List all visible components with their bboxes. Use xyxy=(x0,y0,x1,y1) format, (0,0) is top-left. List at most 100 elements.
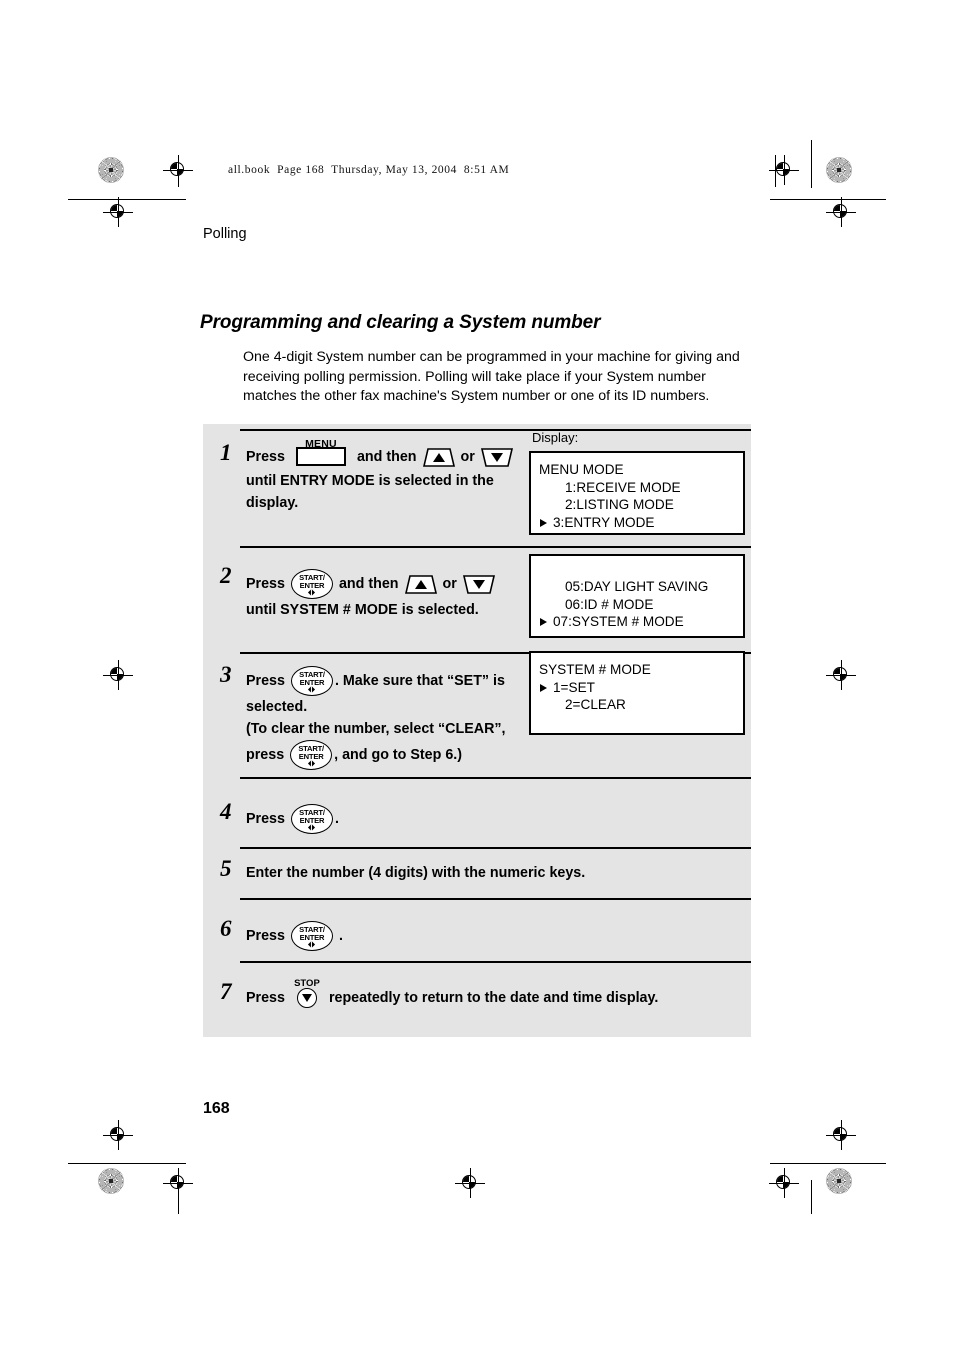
step-divider-5-6 xyxy=(240,898,751,900)
step-4-number: 4 xyxy=(220,799,232,824)
step-divider-6-7 xyxy=(240,961,751,963)
registration-mark-bottom-right xyxy=(769,1168,799,1198)
lcd-line-text: 2=CLEAR xyxy=(565,697,626,712)
halftone-target-top-left xyxy=(98,157,124,183)
up-arrow-key-icon[interactable] xyxy=(422,447,456,468)
lcd-line: 06:ID # MODE xyxy=(539,596,743,614)
lcd-line: 1=SET xyxy=(539,679,743,697)
step-4-text: Press START/ ENTER . xyxy=(246,804,546,834)
step-6-number: 6 xyxy=(220,916,232,941)
lcd-display-step-3: SYSTEM # MODE 1=SET 2=CLEAR xyxy=(529,651,745,735)
step-7-text-repeatedly: repeatedly to return to the date and tim… xyxy=(328,989,659,1006)
down-arrow-key-icon[interactable] xyxy=(462,574,496,595)
step-3-text-makesure: . Make sure that “SET” is xyxy=(334,672,505,689)
start-enter-key-icon[interactable]: START/ ENTER xyxy=(290,569,333,599)
down-arrow-key-icon[interactable] xyxy=(480,447,514,468)
registration-mark-bottom-center xyxy=(455,1168,485,1198)
lcd-line-text: SYSTEM # MODE xyxy=(539,662,651,677)
step-3-text-press2: press xyxy=(246,746,285,763)
registration-mark-right-top xyxy=(826,197,856,227)
step-3-text-press: Press xyxy=(246,672,285,689)
intro-paragraph: One 4-digit System number can be program… xyxy=(243,349,740,405)
step-5-text: Enter the number (4 digits) with the num… xyxy=(246,862,666,884)
step-1-text-or: or xyxy=(460,448,475,465)
lcd-line-text: 1=SET xyxy=(553,679,595,695)
procedure-panel: 1 Press MENU and then or until ENTRY MOD… xyxy=(203,424,751,1037)
step-1-text-press: Press xyxy=(246,448,285,465)
stop-triangle-icon xyxy=(301,994,312,1002)
step-divider-4-5 xyxy=(240,847,751,849)
registration-mark-right-middle xyxy=(826,660,856,690)
lcd-line: 3:ENTRY MODE xyxy=(539,514,743,532)
step-1-text: Press MENU and then or until ENTRY MODE … xyxy=(246,438,518,514)
start-enter-key-icon[interactable]: START/ ENTER xyxy=(290,921,333,951)
lcd-line: 2:LISTING MODE xyxy=(539,496,743,514)
stop-key-icon[interactable]: STOP xyxy=(292,978,322,1012)
print-header: all.book Page 168 Thursday, May 13, 2004… xyxy=(228,164,510,176)
step-6-text: Press START/ ENTER . xyxy=(246,921,546,951)
lcd-line: 07:SYSTEM # MODE xyxy=(539,613,743,631)
step-divider-top xyxy=(240,429,751,431)
step-4-text-press: Press xyxy=(246,810,285,827)
step-7-text: Press STOP repeatedly to return to the d… xyxy=(246,978,726,1012)
lcd-line: 2=CLEAR xyxy=(539,696,743,714)
halftone-target-top-right xyxy=(826,157,852,183)
lcd-line-text: MENU MODE xyxy=(539,462,624,477)
lcd-line: 05:DAY LIGHT SAVING xyxy=(539,578,743,596)
step-3-text-gostep6: , and go to Step 6.) xyxy=(334,746,463,763)
lcd-display-step-2: 05:DAY LIGHT SAVING 06:ID # MODE 07:SYSTEM… xyxy=(529,554,745,638)
trim-line-top-left-vertical xyxy=(178,155,179,187)
up-arrow-key-icon[interactable] xyxy=(404,574,438,595)
step-4-text-period: . xyxy=(334,810,339,827)
trim-line-left-top-horizontal xyxy=(68,199,186,200)
registration-mark-right-bottom xyxy=(826,1120,856,1150)
trim-line-left-bottom-horizontal xyxy=(68,1163,186,1164)
registration-mark-left-middle xyxy=(103,660,133,690)
lcd-display-step-1: MENU MODE 1:RECEIVE MODE 2:LISTING MODE 3:E… xyxy=(529,451,745,535)
start-enter-key-icon[interactable]: START/ ENTER xyxy=(290,666,333,696)
registration-mark-top-right xyxy=(769,155,799,185)
step-2-text-press: Press xyxy=(246,575,285,592)
step-1-text-andthen: and then xyxy=(356,448,417,465)
lcd-line: 1:RECEIVE MODE xyxy=(539,479,743,497)
trim-line-top-right-vertical xyxy=(775,155,776,187)
trim-line-right-bottom-horizontal xyxy=(770,1163,886,1164)
page-title: Programming and clearing a System number xyxy=(200,311,601,333)
trim-line-bottom-left-vertical xyxy=(178,1180,179,1214)
step-3-number: 3 xyxy=(220,662,232,687)
lcd-line-text: 05:DAY LIGHT SAVING xyxy=(565,579,709,594)
step-2-text-until: until SYSTEM # MODE is selected. xyxy=(246,602,479,618)
lcd-line-text: 06:ID # MODE xyxy=(565,596,654,612)
start-enter-key-icon[interactable]: START/ ENTER xyxy=(290,804,333,834)
step-5-number: 5 xyxy=(220,856,232,881)
halftone-target-bottom-right xyxy=(826,1168,852,1194)
halftone-target-bottom-left xyxy=(98,1168,124,1194)
step-1-text-until: until ENTRY MODE is selected in the disp… xyxy=(246,473,494,511)
trim-line-top-right-edge xyxy=(811,140,812,188)
step-3-text-selected: selected. xyxy=(246,699,308,715)
trim-line-bottom-right-vertical xyxy=(811,1180,812,1214)
registration-mark-left-bottom xyxy=(103,1120,133,1150)
menu-key-icon[interactable]: MENU xyxy=(293,438,349,470)
step-divider-1-2 xyxy=(240,546,751,548)
page-number: 168 xyxy=(203,1100,230,1117)
start-enter-key-icon[interactable]: START/ ENTER xyxy=(290,740,333,770)
step-2-text-or: or xyxy=(442,575,457,592)
step-2-text-andthen: and then xyxy=(338,575,399,592)
lcd-line-text: 07:SYSTEM # MODE xyxy=(553,614,684,629)
lcd-selection-caret-icon xyxy=(540,683,547,692)
lcd-line-text: 3:ENTRY MODE xyxy=(553,514,655,530)
step-divider-3-4 xyxy=(240,777,751,779)
registration-mark-left-top xyxy=(103,197,133,227)
lcd-line-text: 2:LISTING MODE xyxy=(565,497,674,512)
step-7-number: 7 xyxy=(220,979,232,1004)
running-head: Polling xyxy=(203,226,247,242)
step-2-number: 2 xyxy=(220,563,232,588)
step-2-text: Press START/ ENTER and then or until SYS… xyxy=(246,569,518,621)
lcd-selection-caret-icon xyxy=(540,618,547,626)
lcd-selection-caret-icon xyxy=(540,518,547,527)
display-label: Display: xyxy=(532,430,579,445)
lcd-line-text: 1:RECEIVE MODE xyxy=(565,479,681,495)
menu-key-body xyxy=(295,447,346,466)
lcd-line: SYSTEM # MODE xyxy=(539,661,743,679)
